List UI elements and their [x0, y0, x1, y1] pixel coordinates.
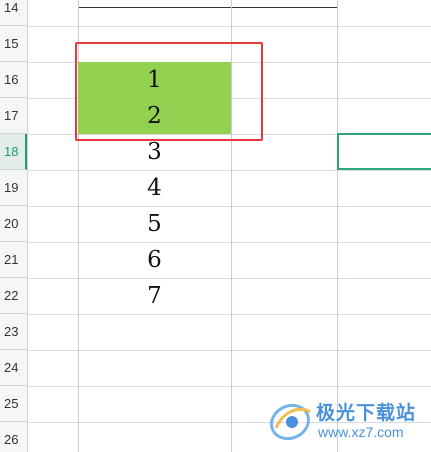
row-header-22[interactable]: 22	[0, 278, 27, 314]
row-header-23[interactable]: 23	[0, 314, 27, 350]
row-header-14[interactable]: 14	[0, 0, 27, 26]
row-header-20[interactable]: 20	[0, 206, 27, 242]
cell-b20[interactable]: 5	[78, 206, 231, 242]
watermark: 极光下载站 www.xz7.com	[268, 396, 428, 448]
row-header-19[interactable]: 19	[0, 170, 27, 206]
grid-line	[27, 314, 431, 315]
grid-line	[27, 386, 431, 387]
cell-b21[interactable]: 6	[78, 242, 231, 278]
cell-b19[interactable]: 4	[78, 170, 231, 206]
row-header-15[interactable]: 15	[0, 26, 27, 62]
watermark-title: 极光下载站	[316, 403, 417, 424]
row-header-column: 14 15 16 17 18 19 20 21 22 23 24 25 26	[0, 0, 28, 452]
active-cell-cursor[interactable]	[337, 133, 431, 170]
grid-line	[27, 26, 431, 27]
grid-line	[27, 350, 431, 351]
row-header-21[interactable]: 21	[0, 242, 27, 278]
cell-b22[interactable]: 7	[78, 278, 231, 314]
row-header-17[interactable]: 17	[0, 98, 27, 134]
row-header-16[interactable]: 16	[0, 62, 27, 98]
row-header-18[interactable]: 18	[0, 134, 27, 170]
row-header-25[interactable]: 25	[0, 386, 27, 422]
row-header-26[interactable]: 26	[0, 422, 27, 452]
grid-line	[337, 0, 338, 452]
spreadsheet-grid[interactable]: 14 15 16 17 18 19 20 21 22 23 24 25 26 1…	[0, 0, 431, 452]
annotation-highlight-box	[75, 42, 263, 141]
watermark-url: www.xz7.com	[318, 424, 404, 440]
column-top-border	[78, 0, 338, 8]
aurora-logo-icon	[270, 403, 311, 441]
row-header-24[interactable]: 24	[0, 350, 27, 386]
